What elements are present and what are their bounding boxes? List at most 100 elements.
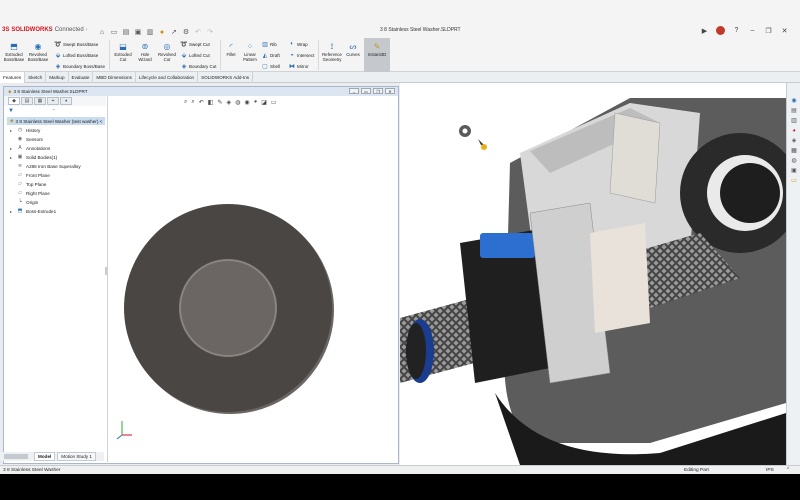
zoom-to-area-icon[interactable]: ⌕ [191, 99, 194, 106]
configuration-manager-tab-icon[interactable]: ▦ [34, 97, 46, 105]
restore-icon[interactable]: ❐ [764, 26, 773, 35]
design-library-icon[interactable]: ▤ [790, 107, 798, 114]
tree-item-material[interactable]: ≋ A286 Iron Base Superalloy [10, 162, 81, 170]
zoom-to-fit-icon[interactable]: ⌕ [184, 99, 187, 106]
home-icon[interactable]: ⌂ [98, 28, 106, 36]
rib-button[interactable]: ▥ Rib [262, 41, 277, 48]
solidworks-forum-icon[interactable]: ◍ [790, 157, 798, 164]
swept-cut-button[interactable]: ➰ Swept Cut [180, 41, 210, 48]
view-palette-icon[interactable]: ◕ [790, 127, 798, 134]
curves-button[interactable]: ᔕ Curves [344, 41, 362, 57]
tab-model[interactable]: Model [34, 452, 56, 461]
tree-item-right-plane[interactable]: ▱ Right Plane [10, 189, 50, 197]
scene-icon[interactable]: ◪ [261, 99, 267, 106]
mirror-button[interactable]: ⧓ Mirror [289, 63, 309, 70]
new-document-icon[interactable]: ▭ [110, 28, 118, 36]
print-icon[interactable]: ▥ [146, 28, 154, 36]
fillet-button[interactable]: ◜ Fillet [222, 41, 240, 57]
lofted-boss-button[interactable]: ⬙ Lofted Boss/Base [55, 52, 99, 59]
hide-show-icon[interactable]: ◉ [244, 99, 249, 106]
tree-root-node[interactable]: ◆ 3 8 Stainless Steel Washer (test washe… [7, 117, 105, 125]
hole-wizard-button[interactable]: ⊚ Hole Wizard [134, 41, 156, 62]
expand-icon[interactable]: ▸ [10, 146, 14, 151]
doc-restore-icon[interactable]: ❐ [373, 88, 383, 94]
collapse-icon[interactable]: ⌃ [52, 108, 55, 113]
appearance-icon[interactable]: ◕ [254, 99, 258, 106]
intersect-button[interactable]: ◒ Intersect [289, 52, 314, 58]
document-title-bar[interactable]: ◆ 3 8 Stainless Steel Washer.SLDPRT [4, 87, 398, 96]
doc-close-icon[interactable]: ✕ [385, 88, 395, 94]
filter-icon[interactable]: ▼ [8, 108, 14, 114]
display-manager-tab-icon[interactable]: ◕ [60, 97, 72, 105]
close-icon[interactable]: ✕ [780, 26, 789, 35]
graphics-area[interactable] [108, 96, 398, 462]
boundary-boss-button[interactable]: ◈ Boundary Boss/Base [55, 63, 105, 70]
doc-minimize-icon[interactable]: – [349, 88, 359, 94]
dynamic-annotation-icon[interactable]: ✎ [217, 99, 222, 106]
extruded-cut-button[interactable]: ⬓ Extruded Cut [112, 41, 134, 62]
tab-motion-study[interactable]: Motion Study 1 [57, 452, 96, 461]
expand-icon[interactable]: ▸ [10, 128, 14, 133]
custom-properties-icon[interactable]: ▦ [790, 147, 798, 154]
view-orientation-icon[interactable]: ◈ [226, 99, 231, 106]
status-expand-icon[interactable]: ⌃ [786, 467, 790, 473]
help-icon[interactable]: ? [732, 26, 741, 35]
tab-lifecycle[interactable]: Lifecycle and Collaboration [136, 72, 199, 83]
solidworks-resources-icon[interactable]: ◉ [790, 97, 798, 104]
status-units[interactable]: IPS [766, 468, 774, 473]
boundary-cut-button[interactable]: ◈ Boundary Cut [181, 63, 217, 70]
horizontal-scrollbar[interactable] [4, 454, 28, 459]
section-view-icon[interactable]: ◧ [208, 99, 214, 106]
doc-tile-icon[interactable]: ▭ [361, 88, 371, 94]
logo-dropdown-icon[interactable]: › [86, 27, 88, 33]
play-icon[interactable]: ▶ [700, 26, 709, 35]
open-folder-icon[interactable]: ▤ [122, 28, 130, 36]
tree-item-origin[interactable]: ┕ Origin [10, 198, 38, 206]
tree-item-annotations[interactable]: ▸ A Annotations [10, 144, 50, 152]
undo-icon[interactable]: ↶ [194, 28, 202, 36]
tab-add-ins[interactable]: SOLIDWORKS Add-Ins [198, 72, 254, 83]
expand-icon[interactable]: ▸ [10, 155, 14, 160]
dimxpert-tab-icon[interactable]: ⌖ [47, 97, 59, 105]
feature-tree-tab-icon[interactable]: ◆ [8, 97, 20, 105]
tree-item-front-plane[interactable]: ▱ Front Plane [10, 171, 50, 179]
tab-mbd-dimensions[interactable]: MBD Dimensions [93, 72, 136, 83]
task-pane-extra-icon[interactable]: ▣ [790, 167, 798, 174]
draft-button[interactable]: ◭ Draft [262, 52, 280, 59]
swept-boss-button[interactable]: ➰ Swept Boss/Base [54, 41, 98, 48]
tree-item-top-plane[interactable]: ▱ Top Plane [10, 180, 46, 188]
property-manager-tab-icon[interactable]: ▤ [21, 97, 33, 105]
task-pane-folder-icon[interactable]: ▭ [790, 177, 798, 184]
avatar[interactable] [716, 26, 725, 35]
reference-geometry-button[interactable]: ⟟ Reference Geometry [320, 41, 344, 62]
linear-pattern-button[interactable]: ⁘ Linear Pattern [240, 41, 260, 62]
tab-features[interactable]: Features [0, 72, 26, 83]
revolved-boss-button[interactable]: ◉ Revolved Boss/Base [27, 41, 49, 62]
minimize-icon[interactable]: – [748, 26, 757, 35]
assembly-render-viewport[interactable] [400, 83, 786, 465]
tab-evaluate[interactable]: Evaluate [69, 72, 94, 83]
file-explorer-icon[interactable]: ▥ [790, 117, 798, 124]
tab-markup[interactable]: Markup [46, 72, 69, 83]
tree-item-sensors[interactable]: ◉ Sensors [10, 135, 43, 143]
traffic-light-icon[interactable]: ● [158, 28, 166, 36]
tab-sketch[interactable]: Sketch [25, 72, 47, 83]
tree-item-history[interactable]: ▸ ◷ History [10, 126, 40, 134]
previous-view-icon[interactable]: ↶ [199, 99, 204, 106]
revolved-cut-button[interactable]: ◎ Revolved Cut [156, 41, 178, 62]
redo-icon[interactable]: ↷ [206, 28, 214, 36]
tree-item-boss-extrude[interactable]: ▸ ⬒ Boss-Extrude1 [10, 207, 56, 215]
appearances-icon[interactable]: ◈ [790, 137, 798, 144]
app-logo[interactable]: 3S SOLIDWORKS Connected › [2, 25, 87, 35]
display-style-icon[interactable]: ◍ [235, 99, 240, 106]
tree-item-solid-bodies[interactable]: ▸ ▣ Solid Bodies(1) [10, 153, 57, 161]
select-icon[interactable]: ➚ [170, 28, 178, 36]
save-icon[interactable]: ▣ [134, 28, 142, 36]
shell-button[interactable]: ▢ Shell [262, 63, 280, 70]
wrap-button[interactable]: ◐ Wrap [289, 41, 307, 47]
expand-icon[interactable]: ▸ [10, 209, 14, 214]
rebuild-icon[interactable]: ⚙ [182, 28, 190, 36]
extruded-boss-button[interactable]: ⬒ Extruded Boss/Base [3, 41, 25, 62]
lofted-cut-button[interactable]: ⬙ Lofted Cut [181, 52, 210, 59]
view-settings-icon[interactable]: ▭ [271, 99, 277, 106]
